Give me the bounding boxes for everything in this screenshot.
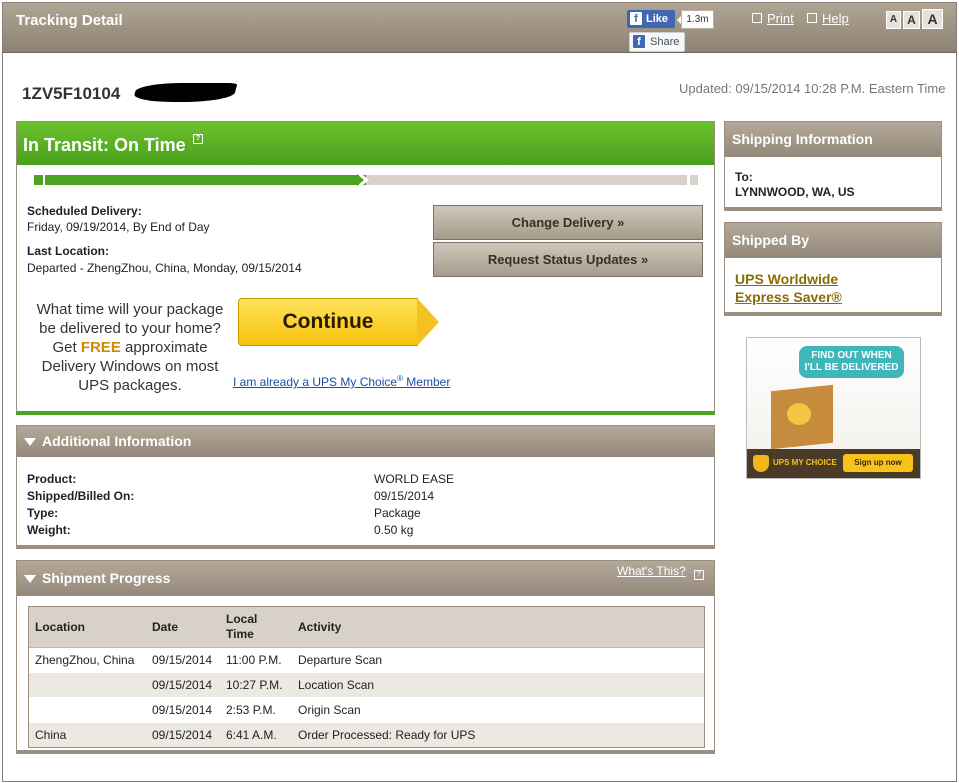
status-panel: In Transit: On Time ? Scheduled Delivery… — [16, 121, 715, 413]
table-row: China 09/15/2014 6:41 A.M. Order Process… — [29, 722, 704, 747]
progress-table: Location Date Local Time Activity ZhengZ… — [29, 607, 704, 747]
shipped-on-label: Shipped/Billed On: — [27, 489, 135, 503]
shipment-progress-title: Shipment Progress — [42, 570, 171, 586]
ups-shield-icon — [753, 455, 769, 472]
status-help-icon[interactable]: ? — [193, 134, 203, 144]
product-value: WORLD EASE — [374, 472, 455, 486]
scheduled-delivery-label: Scheduled Delivery: — [27, 204, 142, 218]
shipped-by-panel: Shipped By UPS Worldwide Express Saver® — [724, 222, 942, 314]
col-date: Date — [146, 607, 220, 648]
font-size-small-button[interactable]: A — [886, 11, 901, 29]
type-label: Type: — [27, 506, 59, 520]
facebook-like-button[interactable]: f Like — [627, 10, 675, 28]
weight-label: Weight: — [27, 523, 71, 537]
font-size-large-button[interactable]: A — [922, 9, 943, 29]
tracking-page: Tracking Detail f Like 1.3m f Share Prin… — [2, 2, 957, 782]
shipped-on-value: 09/15/2014 — [374, 489, 435, 503]
ad-signup-button[interactable]: Sign up now — [843, 454, 913, 472]
shipping-info-title: Shipping Information — [725, 122, 941, 157]
status-header: In Transit: On Time ? — [17, 122, 714, 165]
help-link[interactable]: Help — [807, 11, 849, 26]
heart-icon — [787, 403, 811, 425]
col-location: Location — [29, 607, 146, 648]
last-location-label: Last Location: — [27, 244, 110, 258]
facebook-like-count: 1.3m — [677, 10, 714, 29]
page-title: Tracking Detail — [16, 12, 123, 29]
redaction-mark — [132, 83, 238, 102]
progress-fill — [33, 175, 366, 185]
promo-text: What time will your package be delivered… — [36, 301, 224, 394]
help-icon — [807, 13, 817, 23]
shipment-progress-header[interactable]: Shipment Progress What's This? ? — [17, 561, 714, 596]
collapse-arrow-icon — [24, 438, 36, 446]
request-status-updates-button[interactable]: Request Status Updates » — [433, 242, 703, 277]
product-label: Product: — [27, 472, 77, 486]
top-bar: Tracking Detail f Like 1.3m f Share Prin… — [3, 3, 956, 53]
print-link[interactable]: Print — [752, 11, 794, 26]
mychoice-member-link[interactable]: I am already a UPS My Choice® Member — [233, 374, 450, 389]
tracking-number: 1ZV5F10104 — [22, 84, 121, 103]
help-icon[interactable]: ? — [694, 570, 704, 580]
scheduled-delivery-value: Friday, 09/19/2014, By End of Day — [27, 220, 210, 234]
print-icon — [752, 13, 762, 23]
col-activity: Activity — [292, 607, 704, 648]
weight-value: 0.50 kg — [374, 523, 414, 537]
ad-speech-bubble: FIND OUT WHEN I'LL BE DELIVERED — [799, 346, 904, 378]
table-row: 09/15/2014 10:27 P.M. Location Scan — [29, 672, 704, 698]
whats-this-link[interactable]: What's This? — [617, 554, 686, 589]
updated-timestamp: Updated: 09/15/2014 10:28 P.M. Eastern T… — [679, 81, 946, 96]
col-local-time: Local Time — [220, 607, 292, 648]
shipping-info-panel: Shipping Information To: LYNNWOOD, WA, U… — [724, 121, 942, 209]
facebook-share-label: Share — [650, 36, 680, 48]
ship-to-label: To: — [735, 170, 753, 184]
table-header-row: Location Date Local Time Activity — [29, 607, 704, 648]
progress-table-wrap: Location Date Local Time Activity ZhengZ… — [28, 606, 705, 748]
facebook-like-label: Like — [646, 13, 669, 25]
facebook-icon: f — [633, 35, 645, 48]
type-value: Package — [374, 506, 421, 520]
continue-arrow-icon[interactable] — [417, 298, 439, 346]
collapse-arrow-icon — [24, 575, 36, 583]
service-link[interactable]: UPS Worldwide Express Saver® — [735, 270, 842, 306]
continue-button[interactable]: Continue — [238, 298, 418, 346]
facebook-icon: f — [630, 12, 642, 25]
ad-footer: UPS MY CHOICE Sign up now — [747, 449, 920, 478]
last-location-value: Departed - ZhengZhou, China, Monday, 09/… — [27, 261, 302, 275]
shipped-by-title: Shipped By — [725, 223, 941, 258]
status-title: In Transit: On Time — [23, 135, 186, 155]
mychoice-ad[interactable]: FIND OUT WHEN I'LL BE DELIVERED UPS MY C… — [746, 337, 921, 479]
ship-to-value: LYNNWOOD, WA, US — [735, 185, 855, 199]
additional-info-panel: Additional Information Product: WORLD EA… — [16, 425, 715, 547]
facebook-share-button[interactable]: f Share — [629, 32, 685, 52]
ad-brand: UPS MY CHOICE — [773, 458, 837, 467]
additional-info-title: Additional Information — [42, 433, 192, 449]
change-delivery-button[interactable]: Change Delivery » — [433, 205, 703, 240]
table-row: 09/15/2014 2:53 P.M. Origin Scan — [29, 697, 704, 723]
shipment-progress-panel: Shipment Progress What's This? ? Locatio… — [16, 560, 715, 752]
additional-info-header[interactable]: Additional Information — [17, 426, 714, 457]
font-size-medium-button[interactable]: A — [903, 11, 920, 29]
free-highlight: FREE — [80, 339, 121, 356]
table-row: ZhengZhou, China 09/15/2014 11:00 P.M. D… — [29, 647, 704, 673]
